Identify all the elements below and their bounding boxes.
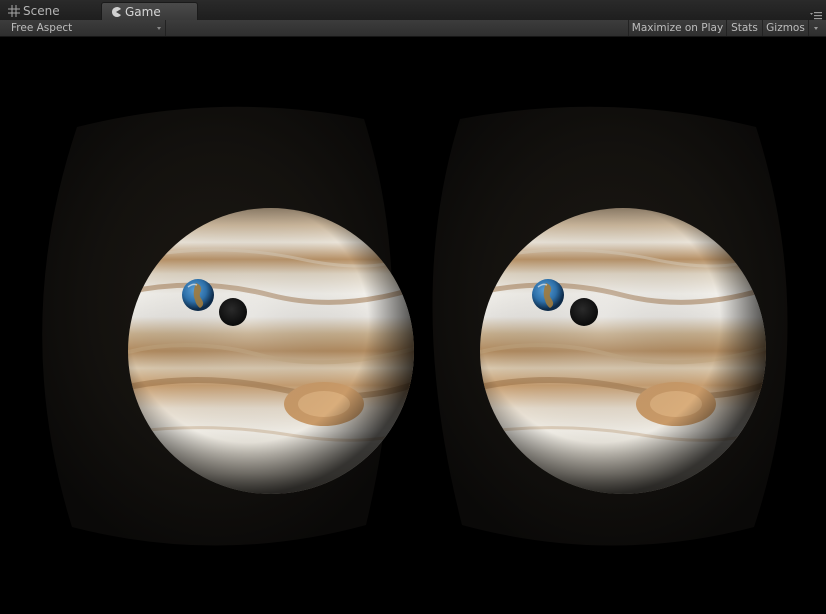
tab-scene[interactable]: Scene (0, 2, 96, 20)
chevron-down-icon (157, 27, 161, 30)
gizmos-button[interactable]: Gizmos (762, 20, 808, 36)
moon-shadow-right (570, 298, 598, 326)
tab-menu-icon[interactable] (810, 6, 822, 20)
aspect-label: Free Aspect (11, 22, 73, 34)
pacman-icon (110, 6, 122, 18)
game-toolbar: Free Aspect Maximize on Play Stats Gizmo… (0, 20, 826, 37)
earth-right (532, 279, 564, 311)
game-view-viewport[interactable] (0, 37, 826, 614)
tab-bar: Scene Game (0, 0, 826, 21)
tab-game[interactable]: Game (101, 2, 198, 20)
aspect-dropdown[interactable]: Free Aspect (0, 20, 166, 36)
tab-game-label: Game (125, 4, 161, 19)
grid-icon (8, 5, 20, 17)
maximize-label: Maximize on Play (631, 22, 724, 34)
unity-editor-window: Scene Game Free Aspect Maximize on Play … (0, 0, 826, 614)
gizmos-label: Gizmos (766, 22, 805, 34)
stereo-render (42, 106, 788, 546)
tab-scene-label: Scene (23, 4, 60, 18)
gizmos-dropdown[interactable] (808, 20, 826, 36)
stats-label: Stats (731, 22, 758, 34)
maximize-on-play-button[interactable]: Maximize on Play (628, 20, 726, 36)
moon-shadow-left (219, 298, 247, 326)
earth-left (182, 279, 214, 311)
stats-button[interactable]: Stats (726, 20, 762, 36)
chevron-down-icon (814, 27, 818, 30)
